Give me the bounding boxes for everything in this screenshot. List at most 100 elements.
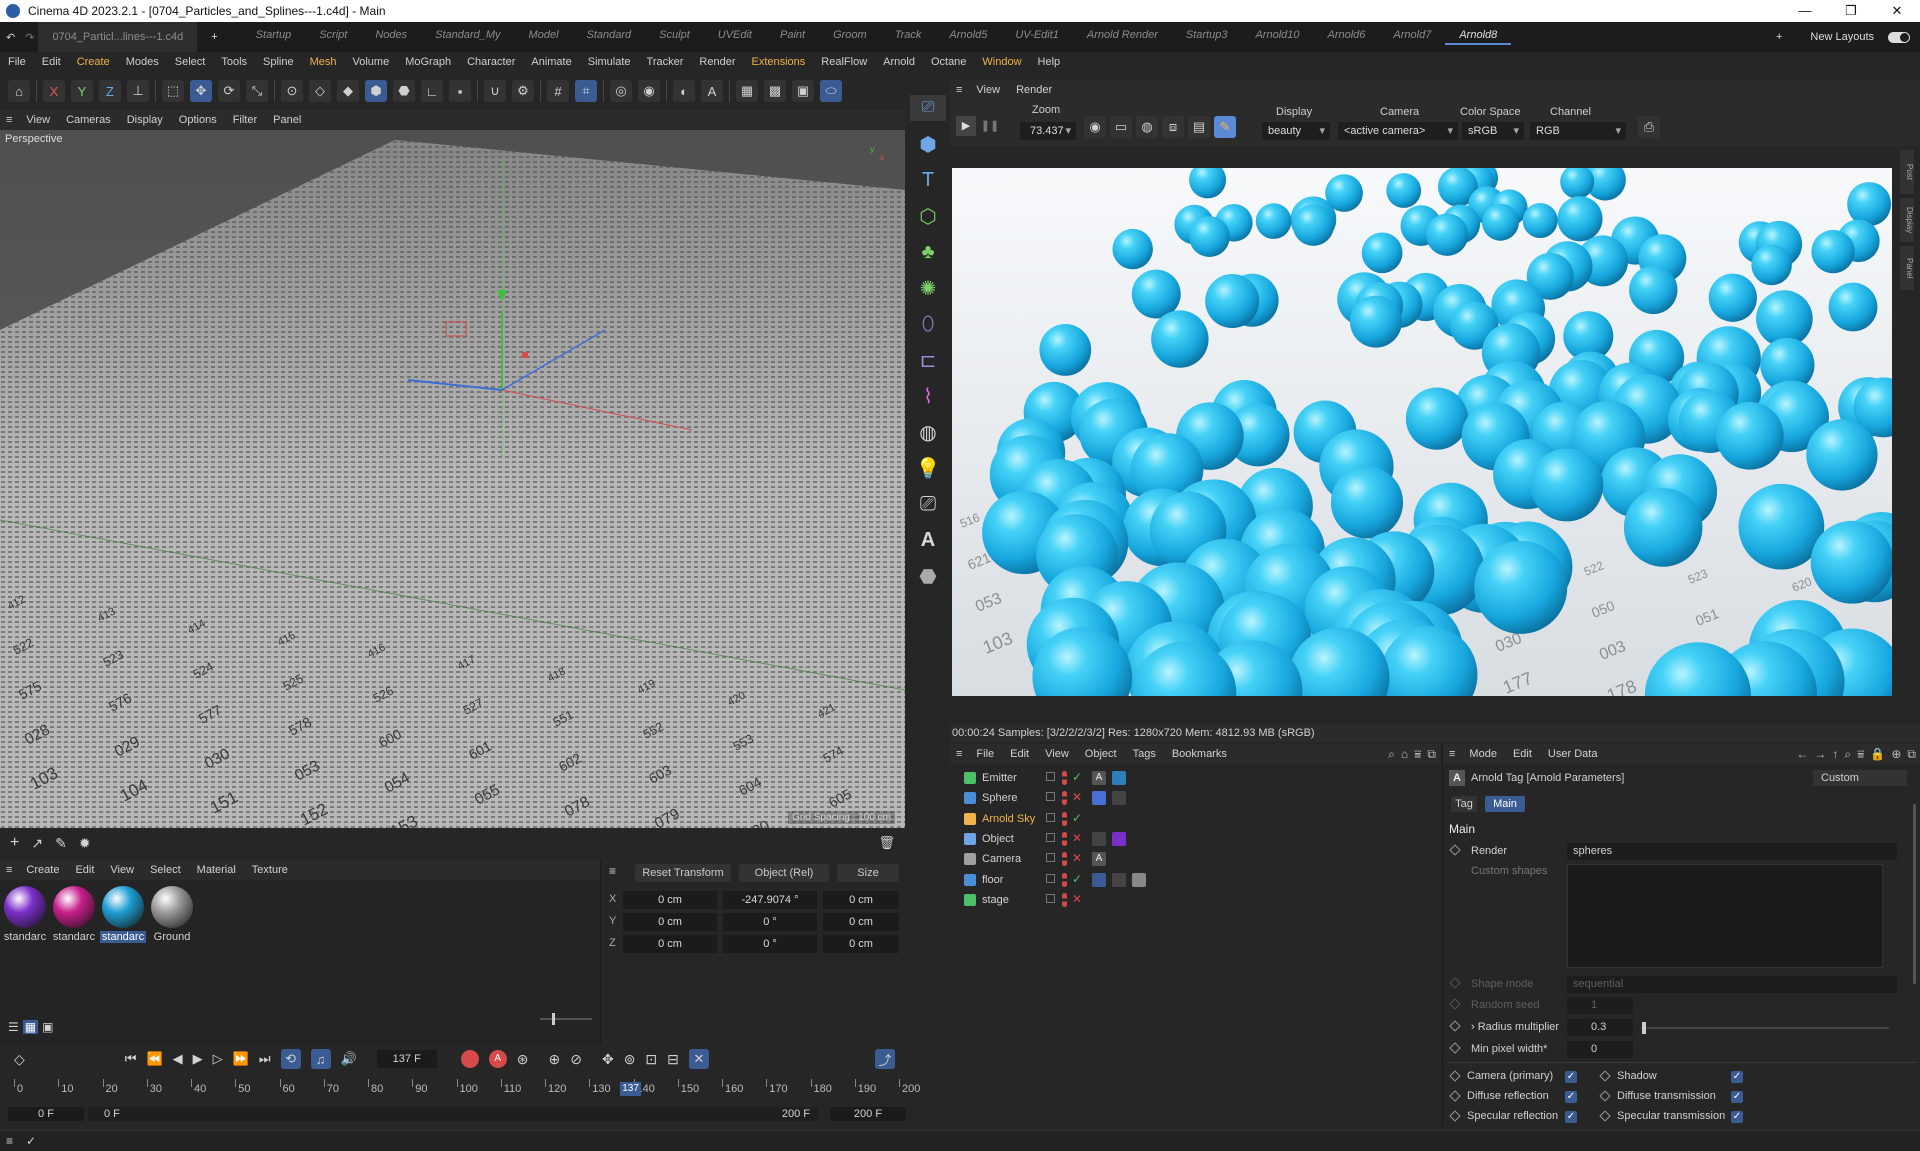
visibility-dots-icon[interactable] <box>1062 852 1067 867</box>
object-menu-file[interactable]: File <box>968 748 1002 760</box>
visibility-dots-icon[interactable] <box>1062 791 1067 806</box>
layout-tab-arnold6[interactable]: Arnold6 <box>1314 29 1380 45</box>
object-tag-icon[interactable]: A <box>1092 771 1106 785</box>
object-tag-icon[interactable] <box>1112 791 1126 806</box>
object-menu-edit[interactable]: Edit <box>1002 748 1037 760</box>
move-icon[interactable]: ✥ <box>190 80 212 102</box>
attribute-scrollbar[interactable] <box>1913 804 1916 984</box>
layout-tab-nodes[interactable]: Nodes <box>361 29 421 45</box>
environment-icon[interactable]: ◍ <box>914 418 942 446</box>
radius-multiplier-slider[interactable] <box>1641 1022 1889 1034</box>
end-frame-field[interactable]: 200 F <box>830 1107 906 1121</box>
keyframe-diamond-icon[interactable] <box>1599 1070 1611 1082</box>
keyframe-diamond-icon[interactable] <box>1449 1110 1461 1122</box>
search-icon[interactable]: ⌕ <box>1388 747 1395 762</box>
settings-gear-icon[interactable]: ⚙ <box>512 80 534 102</box>
layout-tab-startup[interactable]: Startup <box>242 29 305 45</box>
disabled-x-icon[interactable]: ✕ <box>1072 851 1082 865</box>
rotation-field[interactable]: -247.9074 ° <box>723 891 817 909</box>
model-mode-icon[interactable]: ⬢ <box>365 80 387 102</box>
undo-toolbar-icon[interactable]: ⌂ <box>8 80 30 102</box>
menu-edit[interactable]: Edit <box>34 56 69 68</box>
arrow-icon[interactable]: ↗ <box>31 835 43 852</box>
minimize-button[interactable]: — <box>1782 0 1828 22</box>
maximize-button[interactable]: ❐ <box>1828 0 1874 22</box>
side-tab-display[interactable]: Display <box>1900 198 1914 242</box>
layout-tab-standard-my[interactable]: Standard_My <box>421 29 514 45</box>
text-icon[interactable]: T <box>914 166 942 194</box>
render-menu-view[interactable]: View <box>968 84 1008 96</box>
menu-help[interactable]: Help <box>1030 56 1069 68</box>
redo-icon[interactable]: ↷ <box>21 31 38 44</box>
back-icon[interactable]: ← <box>1796 747 1808 762</box>
hamburger-icon[interactable]: ≡ <box>0 114 18 126</box>
material-menu-select[interactable]: Select <box>142 864 189 876</box>
enabled-check-icon[interactable]: ✓ <box>1072 811 1082 825</box>
arnold-icon[interactable]: A <box>701 80 723 102</box>
layout-tab-uvedit[interactable]: UVEdit <box>704 29 766 45</box>
timeline-ruler[interactable]: 0 10 20 30 40 50 60 70 80 90 100 110 120 130 140 150 160… <box>0 1079 920 1101</box>
material-swatch[interactable]: standarc <box>2 886 48 943</box>
menu-simulate[interactable]: Simulate <box>580 56 639 68</box>
menu-tools[interactable]: Tools <box>213 56 255 68</box>
texture-mode-icon[interactable]: ▪ <box>449 80 471 102</box>
layer-icon[interactable] <box>1046 772 1055 781</box>
menu-window[interactable]: Window <box>974 56 1029 68</box>
object-row[interactable]: floor ✓ <box>950 870 1436 890</box>
visibility-dots-icon[interactable] <box>1062 811 1067 826</box>
record-icon[interactable] <box>460 1050 479 1068</box>
attribute-menu-user-data[interactable]: User Data <box>1540 748 1606 760</box>
rotate-icon[interactable]: ⟳ <box>218 80 240 102</box>
size-field[interactable]: 0 cm <box>823 891 899 909</box>
hamburger-icon[interactable]: ≡ <box>0 864 18 876</box>
menu-realflow[interactable]: RealFlow <box>813 56 875 68</box>
trash-icon[interactable]: 🗑 <box>878 835 895 851</box>
selection-icon[interactable]: ⬚ <box>162 80 184 102</box>
grid-snap-icon[interactable]: # <box>547 80 569 102</box>
material-menu-view[interactable]: View <box>102 864 142 876</box>
flag-checkbox[interactable]: ✓ <box>1731 1071 1743 1083</box>
new-window-icon[interactable]: ⧉ <box>1427 747 1436 762</box>
forward-icon[interactable]: → <box>1814 747 1826 762</box>
keyframe-selection-icon[interactable]: ⊛ <box>517 1051 529 1068</box>
timeline-settings-icon[interactable]: ⊟ <box>667 1051 679 1068</box>
display-dropdown[interactable]: beauty <box>1262 122 1330 140</box>
scale-icon[interactable]: ⤡ <box>246 80 268 102</box>
camera-dropdown[interactable]: <active camera> <box>1338 122 1458 140</box>
menu-file[interactable]: File <box>0 56 34 68</box>
object-tag-icon[interactable] <box>1092 831 1106 846</box>
visibility-dots-icon[interactable] <box>1062 872 1067 887</box>
radius-multiplier-field[interactable]: 0.3 <box>1567 1019 1633 1036</box>
object-row[interactable]: Arnold Sky ✓ <box>950 809 1436 829</box>
material-swatch[interactable]: standarc <box>100 886 146 943</box>
large-view-icon[interactable]: ▣ <box>42 1020 53 1034</box>
material-menu-edit[interactable]: Edit <box>67 864 102 876</box>
search-icon[interactable]: ⌕ <box>1844 747 1851 762</box>
points-mode-icon[interactable]: ⊙ <box>281 80 303 102</box>
autokey-icon[interactable]: A <box>488 1050 507 1068</box>
field-icon[interactable]: ⊏ <box>914 346 942 374</box>
pla-key-icon[interactable]: ⊡ <box>645 1051 657 1068</box>
hamburger-icon[interactable]: ≡ <box>609 864 616 878</box>
up-icon[interactable]: ↑ <box>1832 747 1838 762</box>
interpolation-icon[interactable]: ✕ <box>688 1049 709 1069</box>
random-seed-field[interactable]: 1 <box>1567 997 1633 1014</box>
sound-icon[interactable]: 🔊 <box>341 1051 357 1067</box>
menu-spline[interactable]: Spline <box>255 56 302 68</box>
layout-tab-arnold8[interactable]: Arnold8 <box>1445 29 1512 45</box>
lock-icon[interactable]: 🔒 <box>1870 747 1885 762</box>
object-row[interactable]: Sphere ✕ <box>950 788 1436 808</box>
hamburger-icon[interactable]: ≡ <box>950 84 968 96</box>
layer-icon[interactable] <box>1046 853 1055 863</box>
layout-tab-arnold5[interactable]: Arnold5 <box>935 29 1001 45</box>
layout-tab-uv-edit1[interactable]: UV-Edit1 <box>1001 29 1073 45</box>
list-view-icon[interactable]: ☰ <box>8 1020 19 1034</box>
render-settings-icon[interactable]: ▣ <box>792 80 814 102</box>
file-tab[interactable]: 0704_Particl...lines---1.c4d <box>38 22 198 52</box>
timeline-playhead[interactable]: 137 <box>620 1082 641 1096</box>
custom-shapes-list[interactable] <box>1567 864 1883 968</box>
material-menu-texture[interactable]: Texture <box>244 864 296 876</box>
hamburger-icon[interactable]: ≡ <box>6 1134 13 1148</box>
menu-modes[interactable]: Modes <box>118 56 167 68</box>
viewport-menu-cameras[interactable]: Cameras <box>58 114 119 126</box>
